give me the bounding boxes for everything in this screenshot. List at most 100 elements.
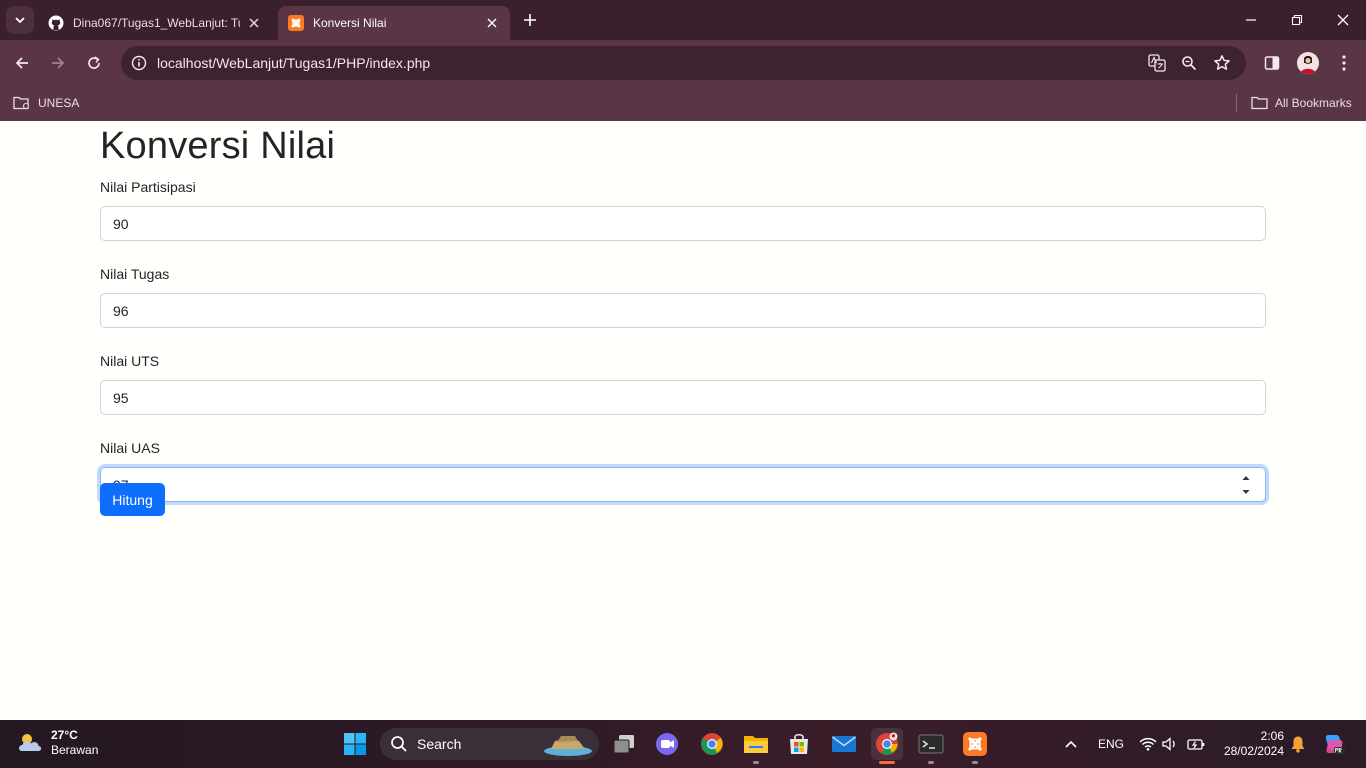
new-tab-button[interactable] bbox=[518, 8, 542, 32]
weather-temp: 27°C bbox=[51, 728, 78, 742]
site-info-icon[interactable] bbox=[129, 53, 149, 73]
file-explorer-button[interactable] bbox=[740, 728, 772, 764]
chrome-icon bbox=[701, 733, 723, 755]
minimize-icon bbox=[1246, 19, 1256, 21]
nilai-tugas-input[interactable]: 96 bbox=[100, 293, 1266, 328]
store-app-button[interactable] bbox=[783, 728, 815, 760]
spin-down-icon[interactable] bbox=[1242, 489, 1250, 495]
arrow-right-icon bbox=[52, 57, 65, 69]
task-view-button[interactable] bbox=[608, 728, 640, 760]
hitung-button[interactable]: Hitung bbox=[100, 483, 165, 516]
url-text: localhost/WebLanjut/Tugas1/PHP/index.php bbox=[157, 55, 431, 71]
terminal-app-button[interactable] bbox=[915, 728, 947, 764]
menu-icon[interactable] bbox=[1332, 51, 1356, 75]
restore-icon bbox=[1291, 14, 1303, 26]
tab-search-button[interactable] bbox=[6, 6, 34, 34]
tab-github[interactable]: Dina067/Tugas1_WebLanjut: Tu bbox=[38, 6, 272, 40]
browser-toolbar: localhost/WebLanjut/Tugas1/PHP/index.php bbox=[0, 40, 1366, 86]
network-volume-battery-button[interactable] bbox=[1139, 720, 1205, 768]
weather-widget[interactable]: 27°C Berawan bbox=[16, 728, 98, 758]
form-container: Konversi Nilai Nilai Partisipasi 90 Nila… bbox=[100, 121, 1266, 516]
github-icon bbox=[48, 15, 64, 31]
nilai-partisipasi-input[interactable]: 90 bbox=[100, 206, 1266, 241]
tab-strip: Dina067/Tugas1_WebLanjut: Tu Konversi Ni… bbox=[0, 0, 1366, 40]
chrome-app-button[interactable] bbox=[696, 728, 728, 760]
page-viewport: Konversi Nilai Nilai Partisipasi 90 Nila… bbox=[0, 121, 1366, 720]
plus-icon bbox=[524, 14, 536, 26]
terminal-icon bbox=[918, 734, 944, 754]
field-nilai-uts: Nilai UTS 95 bbox=[100, 353, 1266, 415]
close-icon[interactable] bbox=[484, 15, 500, 31]
all-bookmarks-button[interactable]: All Bookmarks bbox=[1251, 92, 1352, 114]
back-button[interactable] bbox=[8, 49, 36, 77]
start-button[interactable] bbox=[339, 728, 371, 760]
mail-icon bbox=[832, 736, 856, 752]
number-spinner[interactable] bbox=[1241, 475, 1251, 495]
bookmark-folder-unesa[interactable]: UNESA bbox=[13, 92, 79, 114]
running-indicator bbox=[753, 761, 759, 764]
nilai-uts-input[interactable]: 95 bbox=[100, 380, 1266, 415]
search-highlight-image bbox=[544, 736, 592, 756]
weather-condition: Berawan bbox=[51, 743, 99, 757]
show-hidden-icons-button[interactable] bbox=[1064, 720, 1078, 768]
clock-date: 28/02/2024 bbox=[1223, 744, 1284, 758]
nilai-uas-input[interactable]: 97 bbox=[100, 467, 1266, 502]
arrow-left-icon bbox=[15, 57, 28, 69]
page-title: Konversi Nilai bbox=[100, 125, 336, 167]
field-label: Nilai Partisipasi bbox=[100, 179, 196, 195]
task-view-icon bbox=[613, 735, 634, 754]
notifications-button[interactable] bbox=[1290, 720, 1306, 768]
copilot-button[interactable] bbox=[1322, 720, 1346, 768]
taskbar-search[interactable]: Search bbox=[380, 728, 599, 760]
close-window-button[interactable] bbox=[1320, 0, 1366, 40]
mail-app-button[interactable] bbox=[828, 728, 860, 760]
clock-time: 2:06 bbox=[1260, 729, 1284, 743]
tab-title: Konversi Nilai bbox=[313, 16, 387, 30]
bookmark-star-icon[interactable] bbox=[1212, 53, 1232, 73]
search-icon bbox=[390, 735, 408, 753]
clock-button[interactable]: 2:06 28/02/2024 bbox=[1216, 729, 1284, 759]
field-nilai-uas: Nilai UAS 97 bbox=[100, 440, 1266, 502]
field-label: Nilai Tugas bbox=[100, 266, 170, 282]
field-label: Nilai UAS bbox=[100, 440, 160, 456]
field-nilai-partisipasi: Nilai Partisipasi 90 bbox=[100, 179, 1266, 241]
minimize-button[interactable] bbox=[1228, 0, 1274, 40]
running-indicator bbox=[972, 761, 978, 764]
running-indicator bbox=[928, 761, 934, 764]
cloudy-weather-icon bbox=[19, 734, 42, 751]
taskbar: 27°C Berawan Search ENG 2:06 28/02/2024 bbox=[0, 720, 1366, 768]
wifi-icon bbox=[1139, 737, 1157, 751]
language-indicator[interactable]: ENG bbox=[1098, 720, 1124, 768]
meet-app-button[interactable] bbox=[651, 728, 683, 760]
bell-icon bbox=[1291, 736, 1305, 753]
spin-up-icon[interactable] bbox=[1242, 475, 1250, 481]
xampp-app-button[interactable] bbox=[959, 728, 991, 764]
zoom-icon[interactable] bbox=[1179, 53, 1199, 73]
all-bookmarks-label: All Bookmarks bbox=[1275, 96, 1352, 110]
tab-konversi-nilai[interactable]: Konversi Nilai bbox=[278, 6, 510, 40]
folder-icon bbox=[1251, 96, 1268, 110]
video-chat-icon bbox=[656, 733, 678, 755]
chevron-up-icon bbox=[1065, 740, 1077, 748]
volume-icon bbox=[1162, 737, 1175, 751]
tab-title: Dina067/Tugas1_WebLanjut: Tu bbox=[73, 16, 240, 30]
reload-button[interactable] bbox=[80, 49, 108, 77]
field-label: Nilai UTS bbox=[100, 353, 160, 369]
copilot-icon bbox=[1325, 735, 1345, 754]
address-bar[interactable]: localhost/WebLanjut/Tugas1/PHP/index.php bbox=[121, 46, 1246, 80]
chrome-active-button[interactable] bbox=[871, 728, 903, 764]
reload-icon bbox=[88, 56, 100, 69]
windows-logo-icon bbox=[344, 733, 366, 755]
close-icon[interactable] bbox=[246, 15, 262, 31]
translate-icon[interactable] bbox=[1147, 53, 1167, 73]
side-panel-icon[interactable] bbox=[1260, 51, 1284, 75]
folder-icon bbox=[744, 736, 768, 753]
input-value: 95 bbox=[113, 389, 129, 406]
chevron-down-icon bbox=[15, 17, 25, 24]
battery-charging-icon bbox=[1187, 739, 1205, 750]
store-icon bbox=[790, 733, 808, 754]
restore-button[interactable] bbox=[1274, 0, 1320, 40]
profile-avatar[interactable] bbox=[1297, 52, 1319, 74]
managed-folder-icon bbox=[13, 96, 30, 110]
forward-button[interactable] bbox=[44, 49, 72, 77]
